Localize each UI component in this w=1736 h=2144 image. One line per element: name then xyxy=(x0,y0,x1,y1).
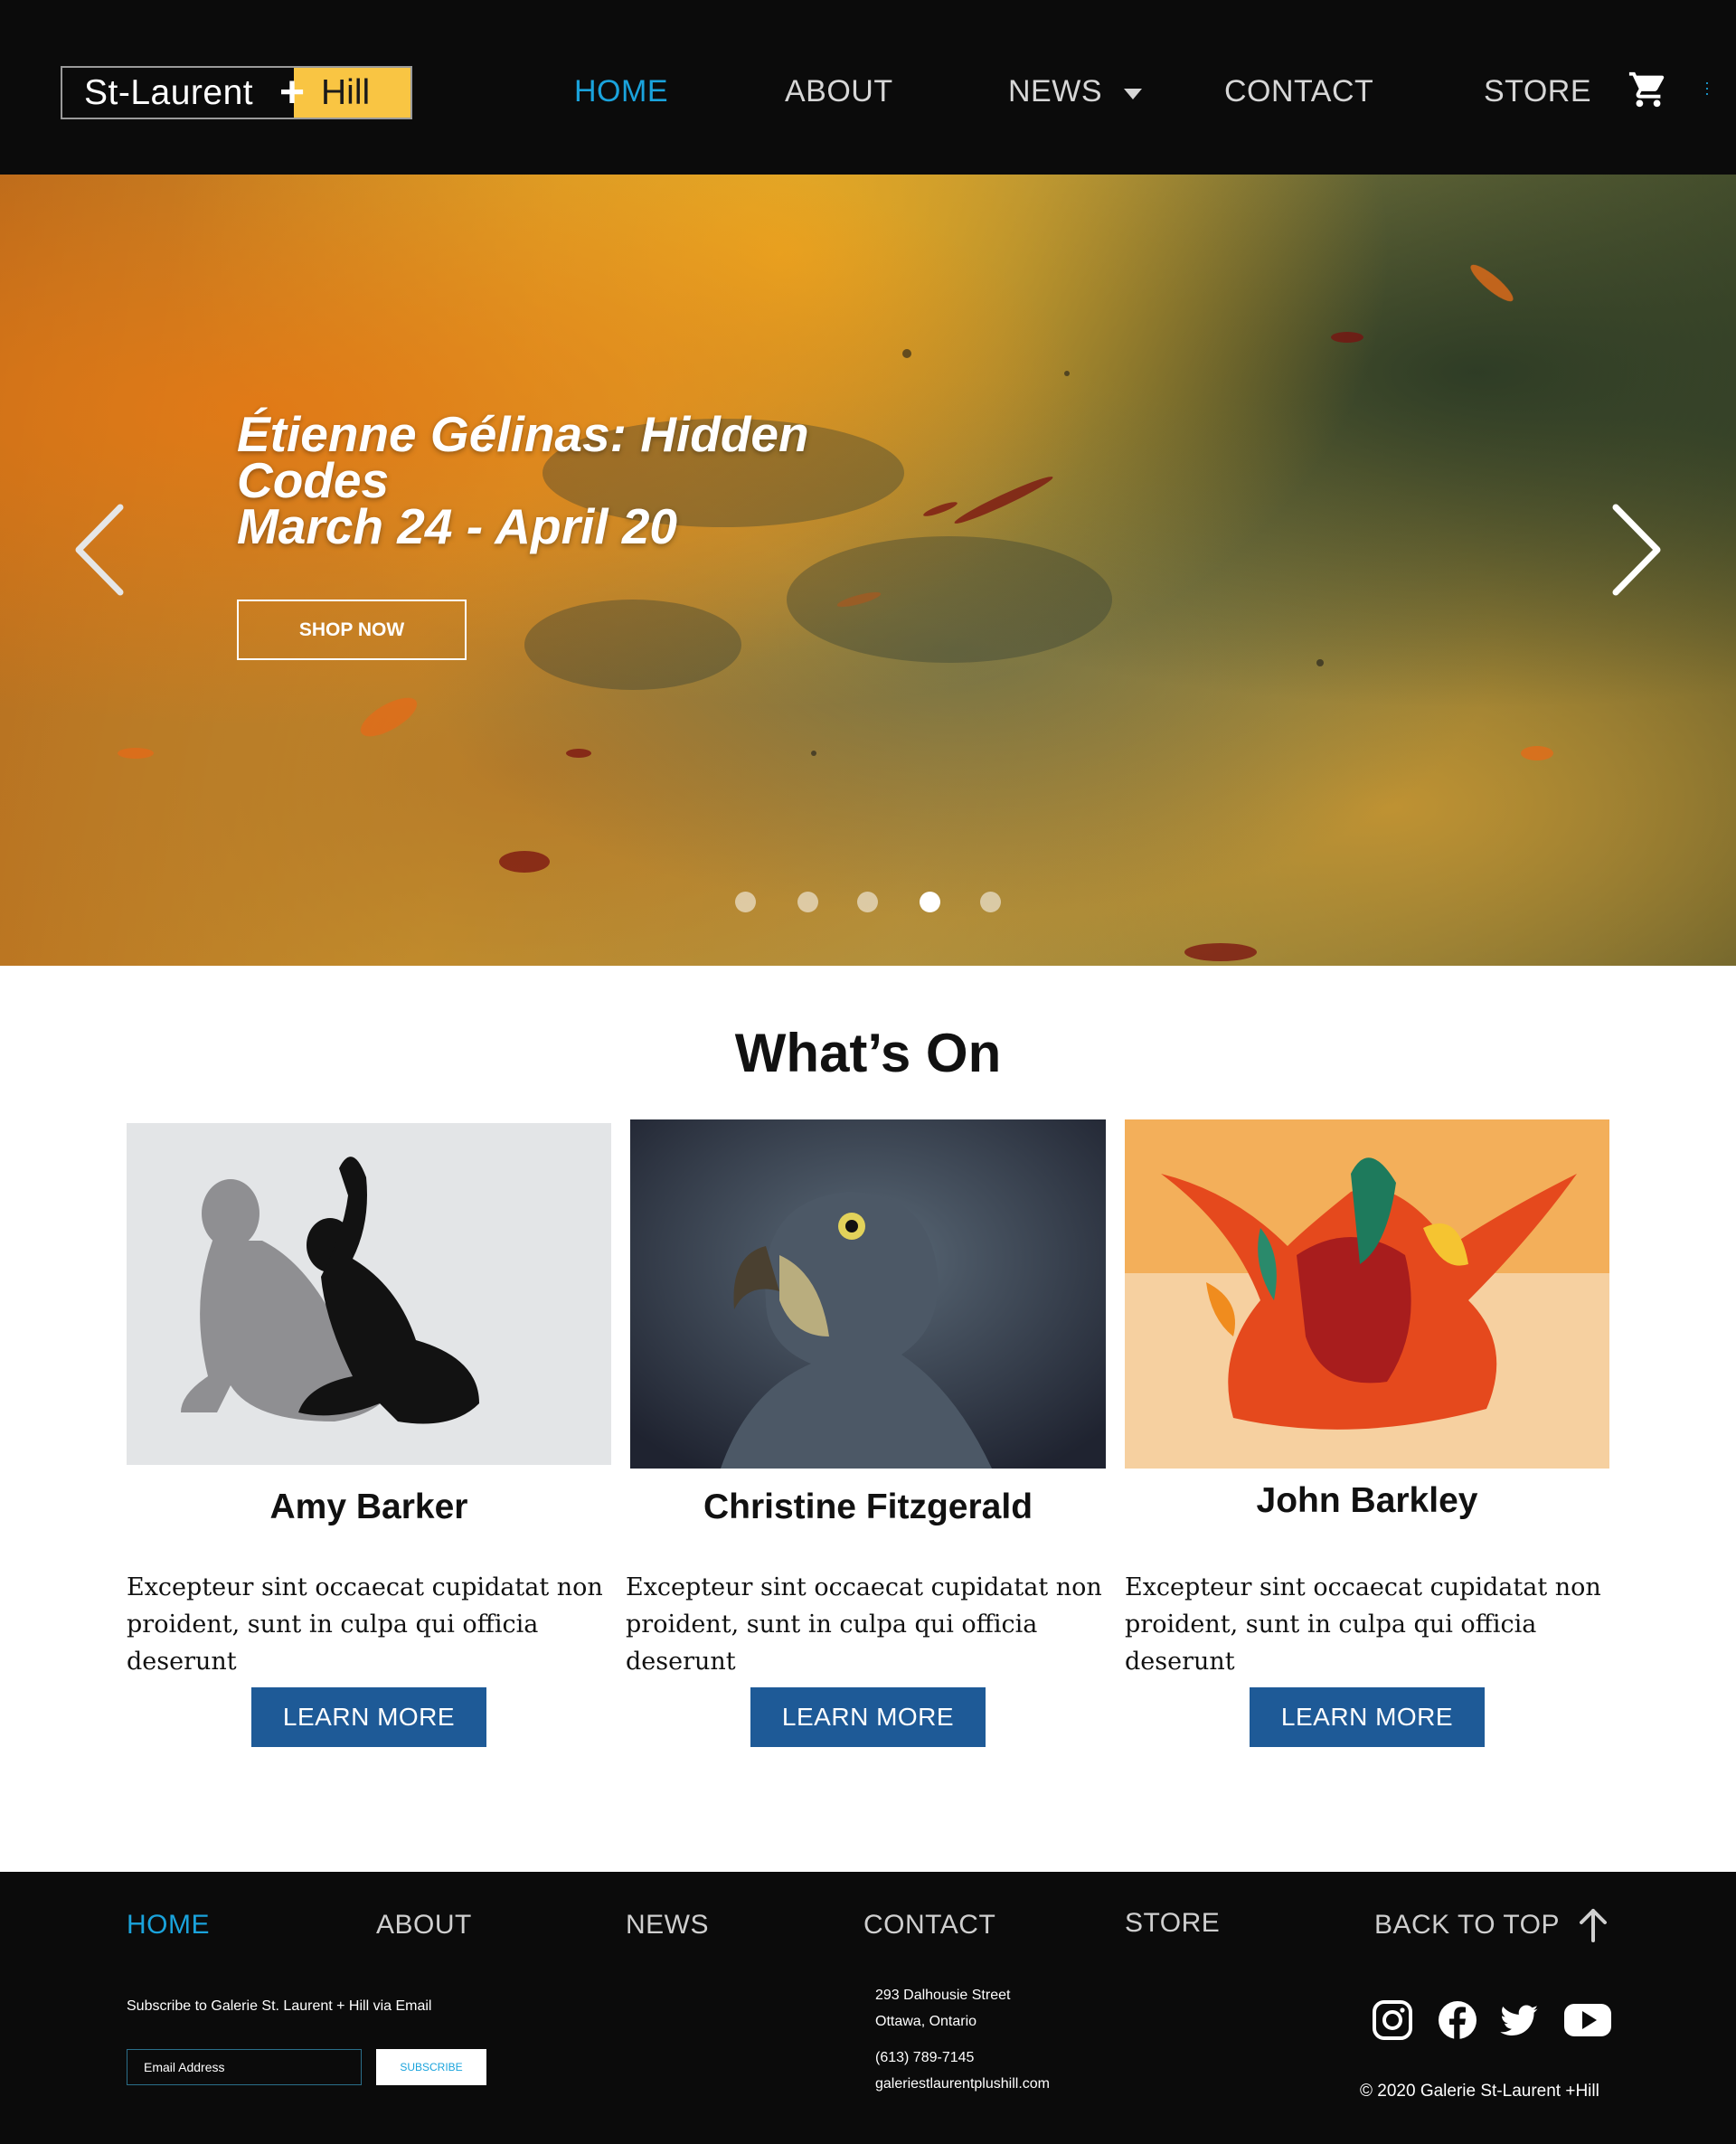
abstract-painting-image xyxy=(1125,1119,1609,1469)
hero-slider: Étienne Gélinas: Hidden Codes March 24 -… xyxy=(0,175,1736,966)
copyright-text: © 2020 Galerie St-Laurent +Hill xyxy=(1360,2082,1599,2101)
card-description-line: proident, sunt in culpa qui officia dese… xyxy=(127,1610,539,1676)
shopping-cart-icon[interactable] xyxy=(1628,69,1669,110)
slider-dot[interactable] xyxy=(797,892,818,912)
nav-home[interactable]: HOME xyxy=(574,74,668,109)
card-description-line: proident, sunt in culpa qui officia dese… xyxy=(626,1610,1038,1676)
card-image-christine-fitzgerald[interactable] xyxy=(630,1119,1106,1469)
card-image-amy-barker[interactable] xyxy=(127,1123,611,1465)
hero-title-line2: Codes xyxy=(237,452,390,508)
chevron-right-icon[interactable] xyxy=(1605,500,1668,600)
card-name-john-barkley: John Barkley xyxy=(1256,1481,1478,1520)
card-description: Excepteur sint occaecat cupidatat non pr… xyxy=(1125,1569,1613,1680)
logo-plus: + xyxy=(279,69,306,117)
hero-background-image xyxy=(118,264,1553,961)
card-description: Excepteur sint occaecat cupidatat non pr… xyxy=(626,1569,1114,1680)
footer-nav-about[interactable]: ABOUT xyxy=(376,1910,472,1941)
footer-nav-home[interactable]: HOME xyxy=(127,1910,210,1941)
shop-now-button[interactable]: SHOP NOW xyxy=(237,600,467,660)
subscribe-button[interactable]: SUBSCRIBE xyxy=(376,2049,486,2085)
card-description-line: Excepteur sint occaecat cupidatat non xyxy=(1125,1573,1601,1601)
card-name-amy-barker: Amy Barker xyxy=(269,1488,468,1526)
phone-number: (613) 789-7145 xyxy=(875,2050,975,2065)
youtube-icon[interactable] xyxy=(1562,1998,1613,2042)
site-footer: HOME ABOUT NEWS CONTACT STORE BACK TO TO… xyxy=(0,1872,1736,2144)
logo-text-left: St-Laurent xyxy=(84,72,254,112)
parrot-artwork-image xyxy=(630,1119,1106,1469)
subscribe-label: Subscribe to Galerie St. Laurent + Hill … xyxy=(127,1998,432,2014)
facebook-icon[interactable] xyxy=(1436,1998,1479,2042)
email-field[interactable] xyxy=(127,2049,362,2085)
learn-more-button[interactable]: LEARN MORE xyxy=(750,1687,986,1747)
address-city: Ottawa, Ontario xyxy=(875,2014,977,2029)
footer-nav-store[interactable]: STORE xyxy=(1125,1908,1220,1939)
logo-text-right: Hill xyxy=(294,68,410,118)
card-description-line: proident, sunt in culpa qui officia dese… xyxy=(1125,1610,1537,1676)
back-to-top-link[interactable]: BACK TO TOP xyxy=(1374,1910,1560,1941)
card-description-line: Excepteur sint occaecat cupidatat non xyxy=(127,1573,603,1601)
slider-dot[interactable] xyxy=(735,892,756,912)
learn-more-button[interactable]: LEARN MORE xyxy=(251,1687,486,1747)
hero-title-line1: Étienne Gélinas: Hidden xyxy=(237,406,809,462)
nav-about[interactable]: ABOUT xyxy=(785,74,893,109)
card-image-john-barkley[interactable] xyxy=(1125,1119,1609,1469)
more-menu-icon[interactable]: · · · xyxy=(1704,74,1710,101)
footer-nav-news[interactable]: NEWS xyxy=(626,1910,709,1941)
site-header: St-Laurent + Hill HOME ABOUT NEWS CONTAC… xyxy=(0,0,1736,175)
chevron-down-icon[interactable] xyxy=(1124,89,1142,99)
hero-title-line3: March 24 - April 20 xyxy=(237,498,678,554)
slider-dot[interactable] xyxy=(857,892,878,912)
nav-store[interactable]: STORE xyxy=(1484,74,1591,109)
nav-news[interactable]: NEWS xyxy=(1008,74,1102,109)
twitter-icon[interactable] xyxy=(1497,1998,1541,2042)
slider-dot-active[interactable] xyxy=(920,892,940,912)
card-name-christine-fitzgerald: Christine Fitzgerald xyxy=(703,1488,1033,1526)
address-street: 293 Dalhousie Street xyxy=(875,1988,1011,2003)
chevron-left-icon[interactable] xyxy=(68,500,131,600)
learn-more-button[interactable]: LEARN MORE xyxy=(1250,1687,1485,1747)
footer-nav-contact[interactable]: CONTACT xyxy=(863,1910,995,1941)
card-description: Excepteur sint occaecat cupidatat non pr… xyxy=(127,1569,615,1680)
slider-dot[interactable] xyxy=(980,892,1001,912)
instagram-icon[interactable] xyxy=(1371,1998,1414,2042)
site-logo[interactable]: St-Laurent + Hill xyxy=(61,66,412,119)
website-link[interactable]: galeriestlaurentplushill.com xyxy=(875,2076,1050,2092)
hero-title: Étienne Gélinas: Hidden Codes March 24 -… xyxy=(237,406,870,554)
nav-contact[interactable]: CONTACT xyxy=(1224,74,1373,109)
figures-artwork-image xyxy=(127,1123,611,1465)
card-description-line: Excepteur sint occaecat cupidatat non xyxy=(626,1573,1102,1601)
whats-on-heading: What’s On xyxy=(734,1023,1002,1083)
arrow-up-icon[interactable] xyxy=(1578,1906,1609,1942)
